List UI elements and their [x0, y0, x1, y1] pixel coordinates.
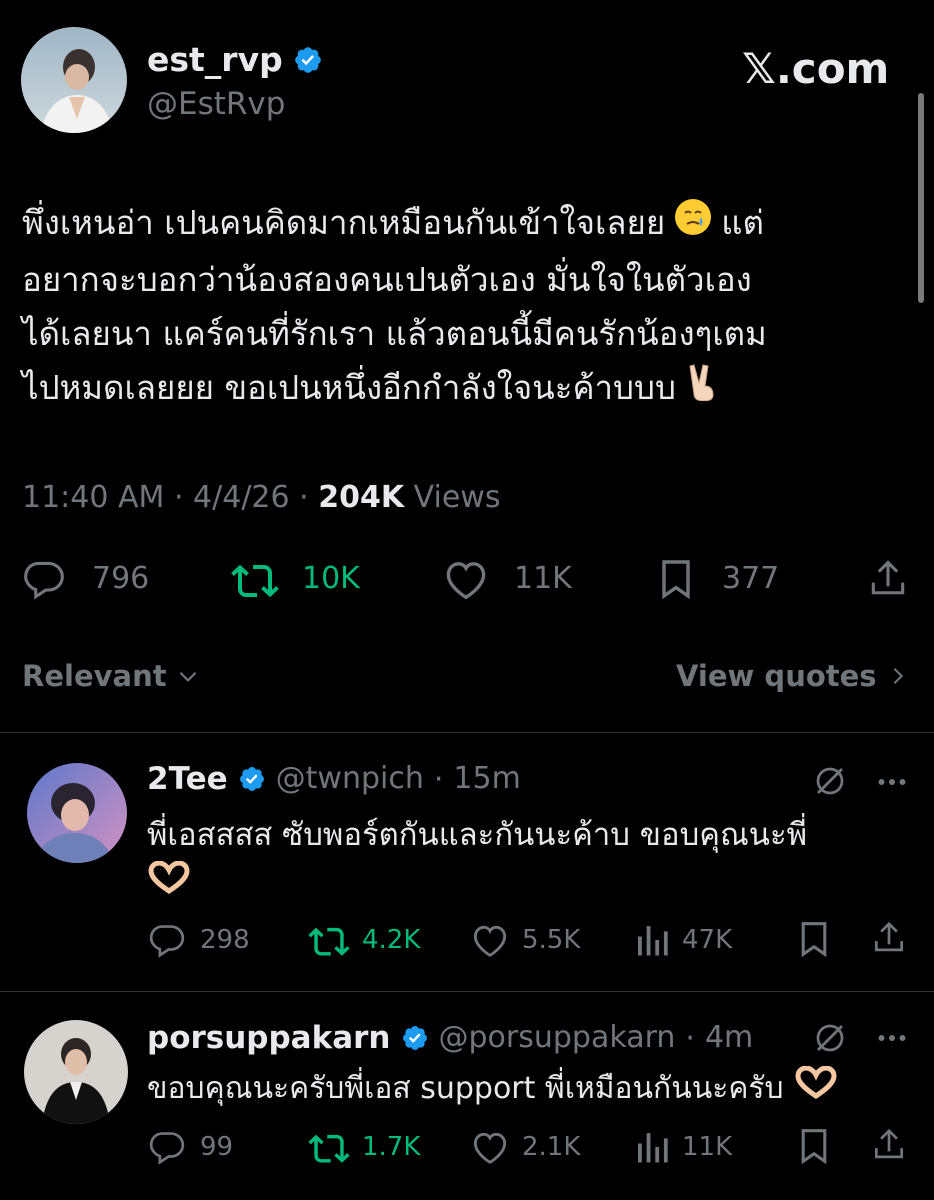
views-count: 47K — [682, 925, 733, 955]
reply-button[interactable]: 796 — [22, 557, 149, 601]
reply-handle[interactable]: @twnpich — [276, 759, 424, 799]
analytics-icon — [634, 921, 670, 959]
reply-button[interactable]: 99 — [148, 1128, 233, 1166]
share-icon[interactable] — [870, 918, 908, 958]
sort-label: Relevant — [22, 659, 167, 693]
repost-button[interactable]: 1.7K — [308, 1128, 420, 1166]
tweet-text-line: ไปหมดเลยยย ขอเปนหนึ่งอีกกำลังใจนะค้าบบบ — [22, 367, 676, 407]
views-label: Views — [413, 480, 501, 515]
like-button[interactable]: 5.5K — [470, 921, 580, 959]
reply-icon — [148, 921, 186, 959]
analytics-icon — [634, 1128, 670, 1166]
meta-separator: · — [299, 480, 319, 515]
reply-display-name[interactable]: porsuppakarn — [147, 1018, 391, 1058]
tweet-date[interactable]: 4/4/26 — [193, 480, 290, 515]
tweet-text-line: อยากจะบอกว่าน้องสองคนเปนตัวเอง มั่นใจในต… — [22, 259, 752, 299]
views-button[interactable]: 11K — [634, 1128, 732, 1166]
victory-hand-emoji-icon — [684, 361, 720, 417]
tweet-text-line: ได้เลยนา แคร์คนที่รักเรา แล้วตอนนี้มีคนร… — [22, 313, 767, 353]
share-icon[interactable] — [870, 1125, 908, 1165]
repost-icon — [230, 557, 280, 601]
grok-icon[interactable] — [812, 763, 848, 799]
view-quotes-label: View quotes — [676, 659, 877, 693]
reply-time[interactable]: 15m — [453, 759, 520, 799]
repost-count: 10K — [302, 561, 360, 596]
holding-back-tears-emoji-icon — [673, 197, 713, 253]
heart-hands-emoji-icon — [147, 860, 191, 907]
bookmark-count: 377 — [722, 561, 780, 596]
reply-time[interactable]: 4m — [705, 1018, 753, 1058]
bookmark-icon — [656, 557, 696, 601]
reply-count: 99 — [200, 1132, 234, 1162]
reply-text-line: ขอบคุณนะครับพี่เอส support พี่เหมือนกันน… — [147, 1071, 784, 1106]
verified-badge-icon — [238, 765, 266, 793]
meta-separator: · — [685, 1020, 695, 1056]
reply-handle[interactable]: @porsuppakarn — [439, 1018, 676, 1058]
reply-item[interactable]: porsuppakarn @porsuppakarn · 4m ขอบคุณนะ… — [0, 992, 934, 1200]
reply-item[interactable]: 2Tee @twnpich · 15m พี่เอสสสส ซับพอร์ตกั… — [0, 733, 934, 990]
reply-avatar[interactable] — [24, 1020, 128, 1124]
x-watermark: 𝕏.com — [742, 44, 890, 93]
reply-display-name[interactable]: 2Tee — [147, 759, 228, 799]
reply-text: ขอบคุณนะครับพี่เอส support พี่เหมือนกันน… — [147, 1065, 917, 1113]
author-avatar[interactable] — [21, 27, 127, 133]
repost-icon — [308, 1128, 350, 1166]
reply-avatar[interactable] — [27, 763, 127, 863]
reply-button[interactable]: 298 — [148, 921, 250, 959]
like-button[interactable]: 2.1K — [470, 1128, 580, 1166]
like-count: 5.5K — [522, 925, 581, 955]
heart-hands-emoji-icon — [794, 1065, 838, 1113]
chevron-down-icon — [175, 663, 201, 689]
reply-count: 298 — [200, 925, 250, 955]
tweet-meta: 11:40 AM · 4/4/26 · 204K Views — [22, 478, 500, 518]
reply-count: 796 — [92, 561, 150, 596]
chevron-right-icon — [887, 663, 909, 689]
verified-badge-icon — [401, 1024, 429, 1052]
like-count: 2.1K — [522, 1132, 581, 1162]
more-options-icon[interactable] — [874, 767, 910, 797]
scrollbar-thumb[interactable] — [918, 93, 924, 303]
repost-count: 1.7K — [362, 1132, 421, 1162]
tweet-text: พึ่งเหนอ่า เปนคนคิดมากเหมือนกันเข้าใจเลย… — [22, 196, 902, 417]
views-count[interactable]: 204K — [318, 480, 404, 515]
views-button[interactable]: 47K — [634, 921, 732, 959]
repost-icon — [308, 921, 350, 959]
like-count: 11K — [514, 561, 572, 596]
like-button[interactable]: 11K — [442, 557, 572, 601]
verified-badge-icon — [293, 45, 323, 75]
reply-text: พี่เอสสสส ซับพอร์ตกันและกันนะค้าบ ขอบคุณ… — [147, 813, 907, 907]
reply-icon — [148, 1128, 186, 1166]
views-count: 11K — [682, 1132, 733, 1162]
bookmark-icon[interactable] — [796, 1126, 832, 1166]
author-display-name[interactable]: est_rvp — [147, 40, 283, 80]
bookmark-icon[interactable] — [796, 919, 832, 959]
author-handle[interactable]: @EstRvp — [147, 84, 285, 124]
view-quotes-link[interactable]: View quotes — [676, 656, 909, 696]
repost-count: 4.2K — [362, 925, 421, 955]
more-options-icon[interactable] — [874, 1023, 910, 1053]
reply-text-line: พี่เอสสสส ซับพอร์ตกันและกันนะค้าบ ขอบคุณ… — [147, 817, 808, 853]
meta-separator: · — [173, 480, 194, 515]
repost-button[interactable]: 4.2K — [308, 921, 420, 959]
heart-icon — [470, 921, 510, 959]
heart-icon — [470, 1128, 510, 1166]
repost-button[interactable]: 10K — [230, 557, 360, 601]
tweet-text-line: พึ่งเหนอ่า เปนคนคิดมากเหมือนกันเข้าใจเลย… — [22, 203, 666, 242]
tweet-text-line: แต่ — [721, 203, 764, 242]
bookmark-button[interactable]: 377 — [656, 557, 779, 601]
meta-separator: · — [433, 761, 444, 797]
grok-icon[interactable] — [812, 1020, 848, 1056]
tweet-time[interactable]: 11:40 AM — [22, 480, 164, 515]
reply-icon — [22, 557, 66, 601]
heart-icon — [442, 557, 490, 601]
sort-dropdown[interactable]: Relevant — [22, 656, 201, 696]
share-icon[interactable] — [866, 556, 910, 602]
